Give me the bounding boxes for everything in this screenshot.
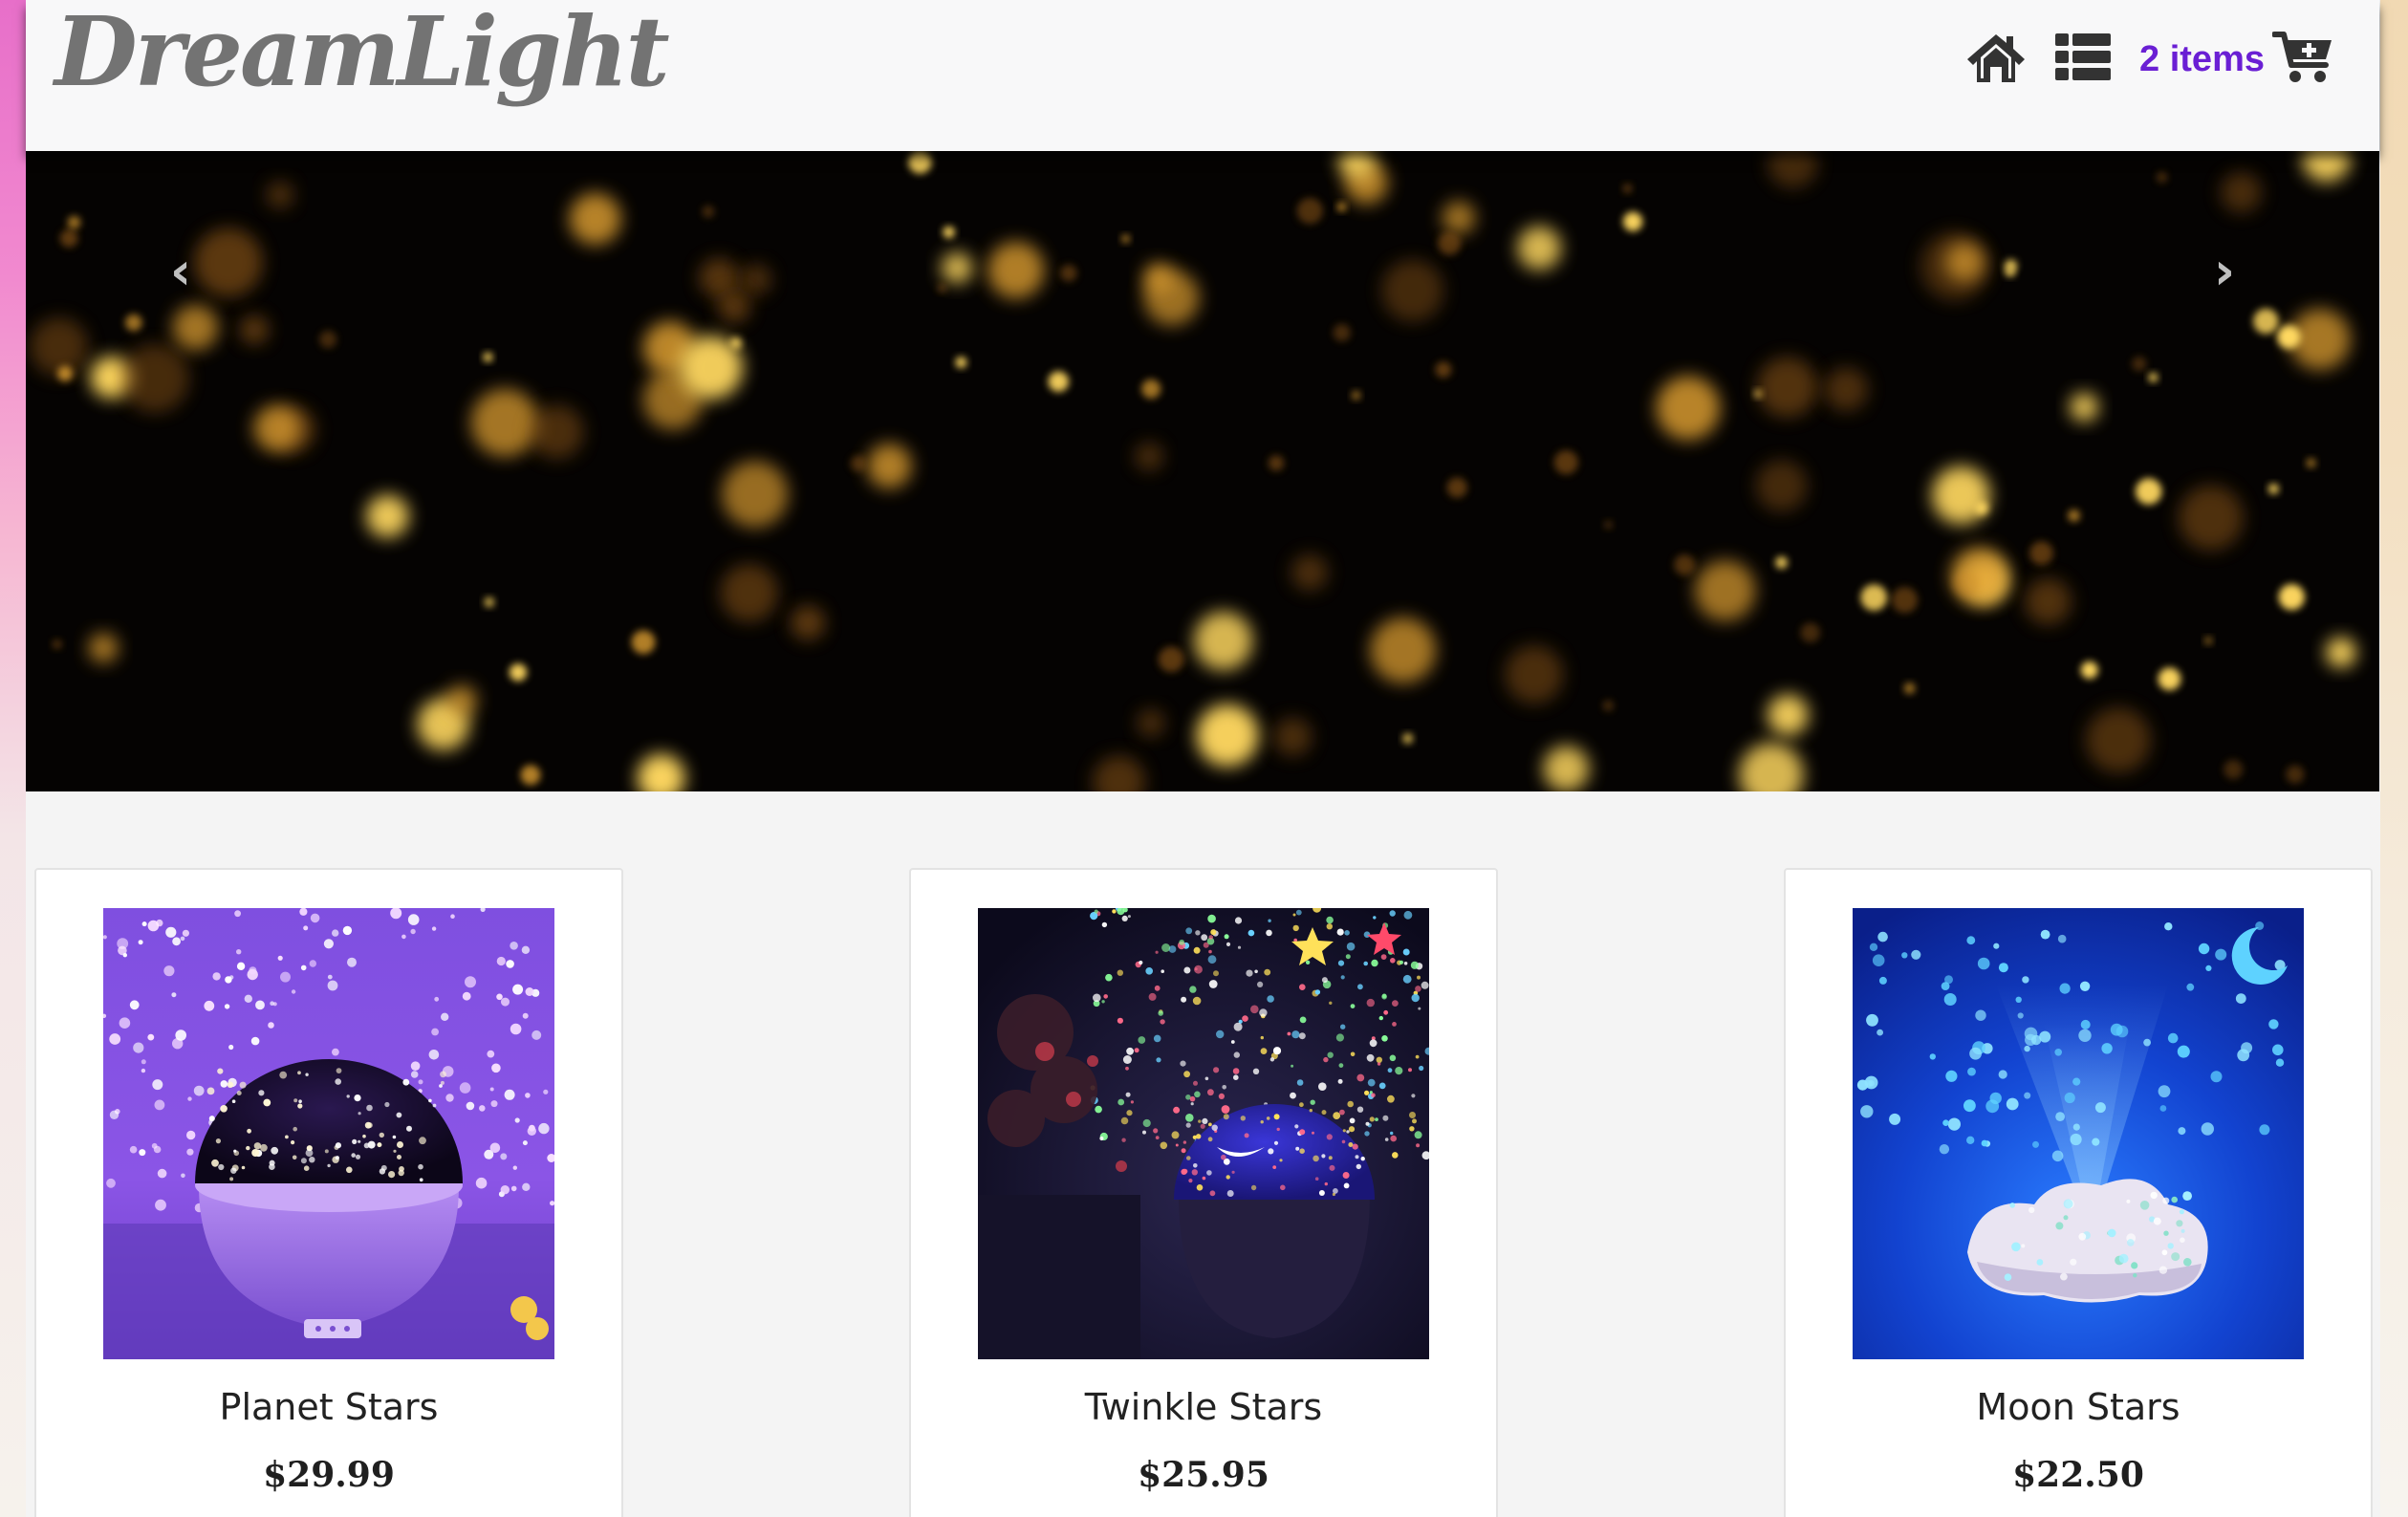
- product-image-twinkle-stars[interactable]: [978, 908, 1429, 1359]
- nav-actions: 2 items: [1937, 27, 2335, 92]
- product-image-planet-stars[interactable]: [103, 908, 554, 1359]
- product-name[interactable]: Moon Stars: [1786, 1386, 2371, 1428]
- page: DreamLight 2 items ‹ › Planet Stars $29.…: [0, 0, 2408, 1517]
- chevron-right-icon: ›: [2213, 240, 2236, 301]
- brand-logo[interactable]: DreamLight: [54, 0, 670, 109]
- list-icon[interactable]: [2055, 33, 2112, 85]
- chevron-left-icon: ‹: [169, 240, 192, 301]
- navbar: DreamLight 2 items: [26, 0, 2379, 151]
- carousel-next-button[interactable]: ›: [2201, 228, 2248, 314]
- hero-carousel: ‹ ›: [26, 151, 2379, 791]
- home-icon[interactable]: [1965, 31, 2027, 88]
- product-price: $22.50: [2012, 1455, 2144, 1495]
- product-name[interactable]: Twinkle Stars: [911, 1386, 1496, 1428]
- product-name[interactable]: Planet Stars: [36, 1386, 621, 1428]
- product-card[interactable]: Twinkle Stars $25.95: [909, 868, 1498, 1517]
- product-grid: Planet Stars $29.99 Twinkle Stars $25.95…: [0, 868, 2408, 1517]
- product-price: $25.95: [1138, 1455, 1269, 1495]
- cart-item-count[interactable]: 2 items: [2139, 39, 2265, 80]
- product-image-moon-stars[interactable]: [1853, 908, 2304, 1359]
- product-price: $29.99: [263, 1455, 395, 1495]
- hero-bokeh-image: [26, 151, 2379, 791]
- carousel-prev-button[interactable]: ‹: [157, 228, 205, 314]
- product-card[interactable]: Planet Stars $29.99: [34, 868, 623, 1517]
- cart-plus-icon[interactable]: [2271, 29, 2335, 90]
- product-card[interactable]: Moon Stars $22.50: [1784, 868, 2373, 1517]
